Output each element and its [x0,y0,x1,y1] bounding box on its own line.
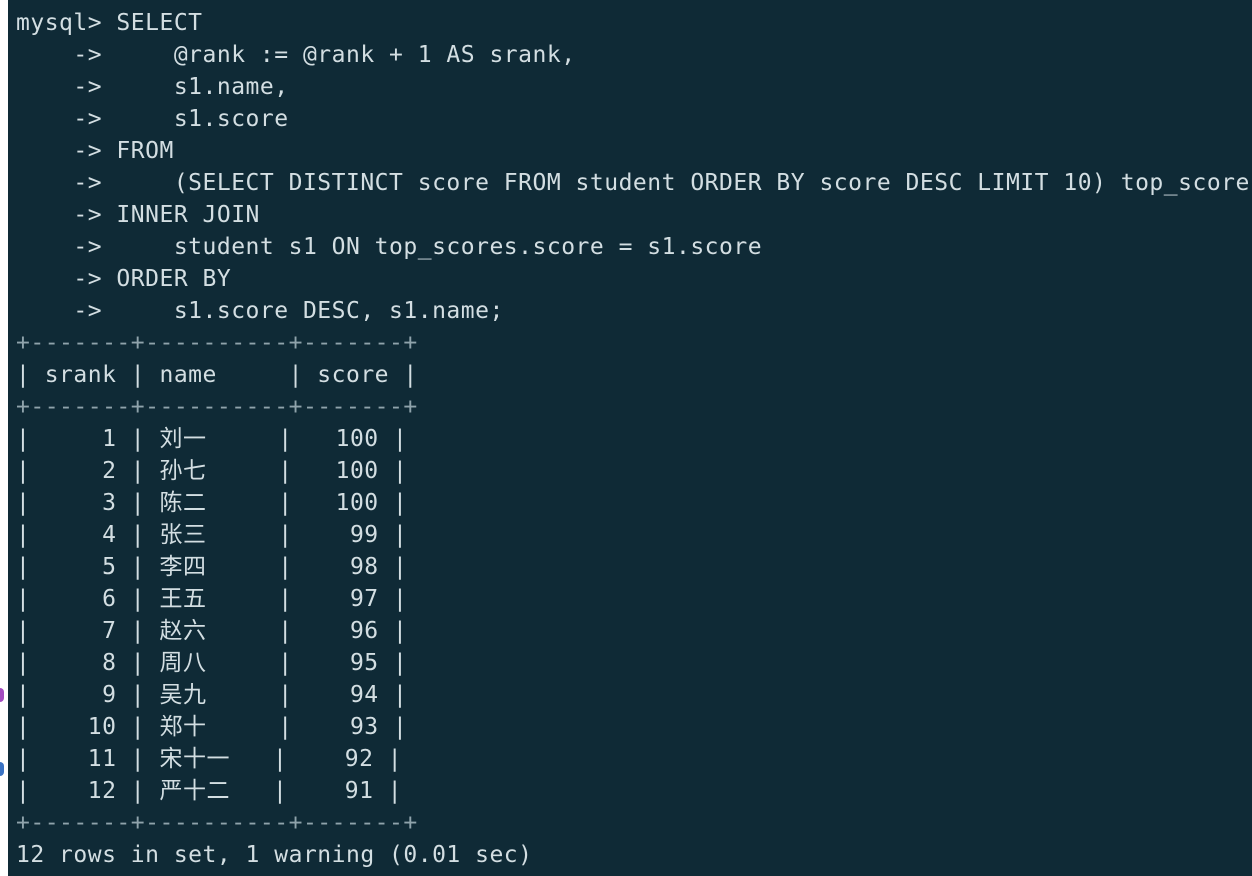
query-line: -> FROM [16,138,174,164]
query-line: -> student s1 ON top_scores.score = s1.s… [16,234,763,260]
table-row: | 1 | 刘一 | 100 | [16,426,408,452]
table-row: | 6 | 王五 | 97 | [16,586,408,612]
table-row: | 7 | 赵六 | 96 | [16,618,408,644]
left-edge-marker [0,762,4,776]
table-row: | 4 | 张三 | 99 | [16,522,408,548]
table-border: +-------+----------+-------+ [16,810,418,836]
query-line: -> (SELECT DISTINCT score FROM student O… [16,170,1248,196]
table-row: | 9 | 吴九 | 94 | [16,682,408,708]
table-row: | 8 | 周八 | 95 | [16,650,408,676]
query-line: -> s1.score [16,106,289,132]
query-line: -> ORDER BY [16,266,232,292]
table-row: | 3 | 陈二 | 100 | [16,490,408,516]
table-row: | 12 | 严十二 | 91 | [16,778,403,804]
table-border: +-------+----------+-------+ [16,330,418,356]
left-edge-marker [0,688,4,702]
result-summary: 12 rows in set, 1 warning (0.01 sec) [16,842,533,868]
table-row: | 10 | 郑十 | 93 | [16,714,408,740]
query-line: -> s1.name, [16,74,289,100]
query-line: -> s1.score DESC, s1.name; [16,298,504,324]
table-row: | 11 | 宋十一 | 92 | [16,746,403,772]
left-window-edge [0,0,8,876]
query-line: mysql> SELECT [16,10,203,36]
table-border: +-------+----------+-------+ [16,394,418,420]
table-row: | 5 | 李四 | 98 | [16,554,408,580]
table-header: | srank | name | score | [16,362,418,388]
query-line: -> INNER JOIN [16,202,260,228]
table-row: | 2 | 孙七 | 100 | [16,458,408,484]
terminal-output[interactable]: mysql> SELECT -> @rank := @rank + 1 AS s… [16,7,1248,873]
query-line: -> @rank := @rank + 1 AS srank, [16,42,576,68]
